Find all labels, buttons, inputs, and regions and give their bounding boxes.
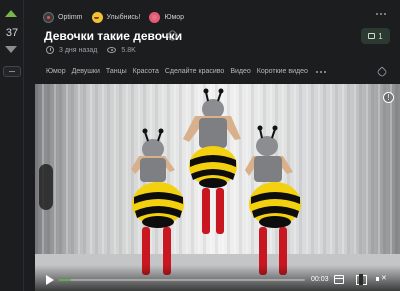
pip-icon[interactable] xyxy=(334,275,344,284)
smile-icon xyxy=(91,11,103,23)
info-icon[interactable]: ! xyxy=(383,92,394,103)
upvote-arrow-icon[interactable] xyxy=(5,10,17,17)
tag-item[interactable]: Девушки xyxy=(72,68,100,75)
progress-fill xyxy=(59,279,72,281)
post-card: Optimm Улыбнись! Юмор Девочки такие дево… xyxy=(35,0,400,291)
post-title[interactable]: Девочки такие девочки xyxy=(44,29,182,43)
comments-count: 1 xyxy=(378,31,383,41)
mute-icon[interactable] xyxy=(376,274,387,284)
comment-icon xyxy=(368,33,376,39)
fullscreen-icon[interactable] xyxy=(356,274,367,285)
downvote-arrow-icon[interactable] xyxy=(5,46,17,53)
tag-item[interactable]: Юмор xyxy=(46,68,66,75)
optimm-avatar-icon xyxy=(43,11,54,23)
humor-icon xyxy=(149,11,161,23)
community-humor[interactable]: Юмор xyxy=(149,11,185,23)
community-smile[interactable]: Улыбнись! xyxy=(91,11,141,23)
post-time: 3 дня назад xyxy=(59,46,98,54)
tag-icon[interactable] xyxy=(376,66,388,78)
tag-item[interactable]: Красота xyxy=(133,68,159,75)
tag-list: Юмор Девушки Танцы Красота Сделайте крас… xyxy=(46,68,326,75)
play-icon[interactable] xyxy=(46,275,54,285)
tag-item[interactable]: Короткие видео xyxy=(257,68,308,75)
more-tags-icon[interactable] xyxy=(315,70,326,73)
clock-icon xyxy=(46,46,54,54)
player-time: 00:03 xyxy=(311,276,329,283)
player-controls: 00:03 xyxy=(35,265,400,291)
tag-item[interactable]: Сделайте красиво xyxy=(165,68,224,75)
more-options-icon[interactable] xyxy=(376,13,386,15)
post-views: 5.8K xyxy=(121,46,136,54)
video-player[interactable]: ! 00:03 xyxy=(35,84,400,291)
eye-icon xyxy=(107,47,117,53)
community-name: Optimm xyxy=(58,13,83,21)
post-meta: 3 дня назад 5.8K xyxy=(46,46,136,54)
player-side-menu[interactable] xyxy=(39,164,53,210)
vote-column: 37 xyxy=(0,0,24,291)
comments-button[interactable]: 1 xyxy=(361,28,390,44)
community-optimm[interactable]: Optimm xyxy=(43,11,83,23)
community-list: Optimm Улыбнись! Юмор xyxy=(43,10,193,24)
tag-item[interactable]: Танцы xyxy=(106,68,127,75)
minus-icon[interactable] xyxy=(3,66,21,77)
community-name: Юмор xyxy=(164,13,185,21)
tag-item[interactable]: Видео xyxy=(230,68,250,75)
community-name: Улыбнись! xyxy=(106,13,141,21)
progress-bar[interactable] xyxy=(59,279,305,281)
video-frame xyxy=(35,84,400,291)
vote-count: 37 xyxy=(5,27,19,39)
